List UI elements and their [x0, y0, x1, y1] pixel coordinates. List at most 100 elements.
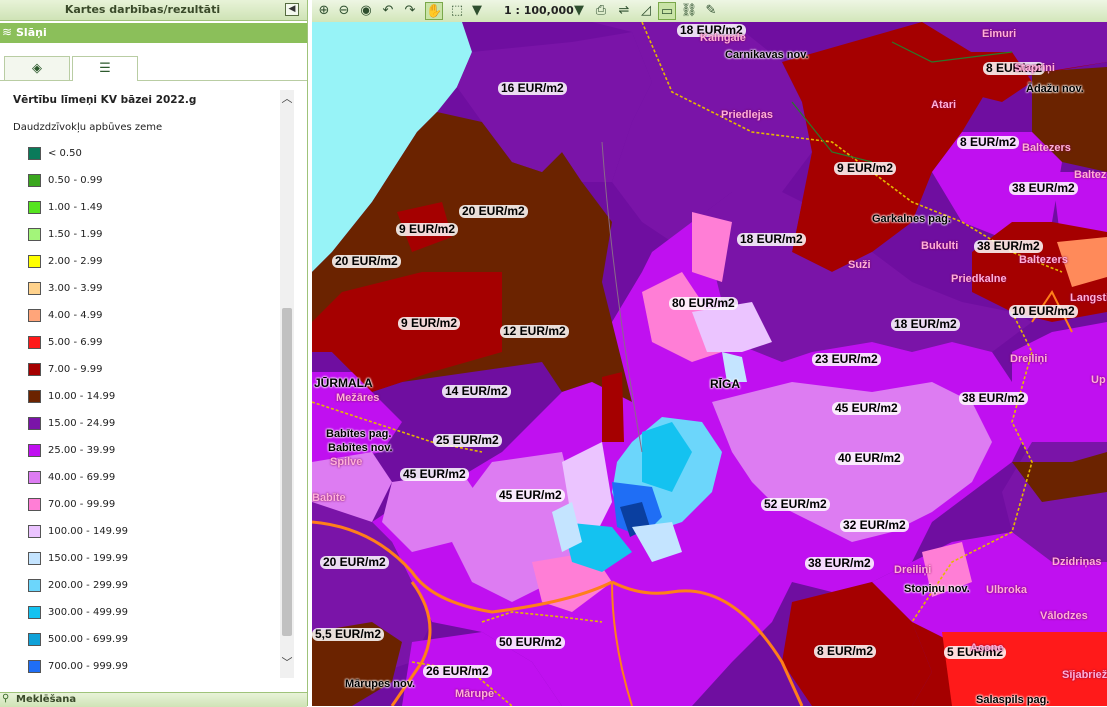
price-label[interactable]: 25 EUR/m2: [433, 434, 502, 447]
legend-swatch: [28, 471, 41, 484]
tab-legend[interactable]: ☰: [72, 56, 138, 81]
legend-swatch: [28, 255, 41, 268]
layers-icon: ◈: [32, 61, 42, 76]
price-label[interactable]: 20 EUR/m2: [459, 205, 528, 218]
legend-swatch: [28, 525, 41, 538]
price-label[interactable]: 45 EUR/m2: [496, 489, 565, 502]
price-label[interactable]: 9 EUR/m2: [834, 162, 897, 175]
place-name: Mārupes nov.: [345, 678, 416, 690]
legend-label: 0.50 - 0.99: [48, 175, 103, 186]
price-label[interactable]: 40 EUR/m2: [835, 452, 904, 465]
legend-label: 5.00 - 6.99: [48, 337, 103, 348]
price-label[interactable]: 18 EUR/m2: [891, 318, 960, 331]
layers-section-header[interactable]: ≋ Slāņi: [0, 23, 307, 43]
locality-name: Mežāres: [336, 392, 380, 404]
map-canvas[interactable]: 18 EUR/m2 16 EUR/m2 9 EUR/m2 8 EUR/m2 38…: [312, 22, 1107, 706]
locality-name: Dreiliņi: [894, 564, 932, 576]
legend-label: 3.00 - 3.99: [48, 283, 103, 294]
link-icon[interactable]: ⛓: [680, 2, 698, 20]
pan-hand-icon[interactable]: ✋: [425, 2, 443, 20]
export-icon[interactable]: ✎: [702, 2, 720, 20]
price-label[interactable]: 14 EUR/m2: [442, 385, 511, 398]
price-label[interactable]: 32 EUR/m2: [840, 519, 909, 532]
scroll-up-icon[interactable]: ︿: [280, 90, 294, 106]
legend-title: Vērtību līmeņi KV bāzei 2022.g: [13, 94, 197, 106]
price-label[interactable]: 45 EUR/m2: [832, 402, 901, 415]
legend-swatch: [28, 228, 41, 241]
locality-name: Atari: [931, 99, 957, 111]
tab-layers[interactable]: ◈: [4, 56, 70, 80]
price-label[interactable]: 45 EUR/m2: [400, 468, 469, 481]
layers-icon: ≋: [2, 25, 13, 39]
price-label[interactable]: 50 EUR/m2: [496, 636, 565, 649]
legend-scrollbar[interactable]: ︿ ﹀: [280, 90, 294, 678]
locality-name: Baltezers: [1074, 169, 1107, 181]
list-icon: ☰: [99, 61, 111, 76]
undo-icon[interactable]: ↶: [379, 2, 397, 20]
scrollbar-thumb[interactable]: [282, 308, 292, 636]
legend-swatch: [28, 336, 41, 349]
locality-name: Baltezers: [1022, 142, 1071, 154]
print-icon[interactable]: ⎙: [592, 2, 610, 20]
panel-title: Kartes darbības/rezultāti: [64, 3, 221, 16]
price-label[interactable]: 9 EUR/m2: [396, 223, 459, 236]
legend-label: 200.00 - 299.99: [48, 580, 128, 591]
price-label[interactable]: 52 EUR/m2: [761, 498, 830, 511]
locality-name: Spilve: [330, 456, 363, 468]
legend-swatch: [28, 498, 41, 511]
price-label[interactable]: 38 EUR/m2: [1009, 182, 1078, 195]
price-label[interactable]: 16 EUR/m2: [498, 82, 567, 95]
price-label[interactable]: 38 EUR/m2: [805, 557, 874, 570]
locality-name: Ulbroka: [986, 584, 1027, 596]
zoom-out-icon[interactable]: ⊖: [335, 2, 353, 20]
redo-icon[interactable]: ↷: [401, 2, 419, 20]
full-extent-icon[interactable]: ◉: [357, 2, 375, 20]
price-label[interactable]: 20 EUR/m2: [332, 255, 401, 268]
locality-name: Up: [1091, 374, 1106, 386]
price-label[interactable]: 26 EUR/m2: [423, 665, 492, 678]
price-label[interactable]: 9 EUR/m2: [398, 317, 461, 330]
search-section-header[interactable]: ⚲ Meklēšana: [0, 692, 307, 707]
scale-display: 1 : 100,000: [504, 4, 574, 17]
legend-label: 1.00 - 1.49: [48, 202, 103, 213]
dropdown-icon[interactable]: ▼: [468, 2, 486, 20]
price-label[interactable]: 80 EUR/m2: [669, 297, 738, 310]
zoom-in-icon[interactable]: ⊕: [315, 2, 333, 20]
select-icon[interactable]: ⬚: [448, 2, 466, 20]
legend-swatch: [28, 363, 41, 376]
legend-label: 40.00 - 69.99: [48, 472, 116, 483]
legend-label: 10.00 - 14.99: [48, 391, 116, 402]
locality-name: Priedlejas: [721, 109, 773, 121]
price-label[interactable]: 8 EUR/m2: [814, 645, 877, 658]
price-label[interactable]: 18 EUR/m2: [737, 233, 806, 246]
price-label[interactable]: 12 EUR/m2: [500, 325, 569, 338]
scroll-down-icon[interactable]: ﹀: [280, 654, 294, 670]
panel-header: Kartes darbības/rezultāti ◀: [0, 0, 307, 21]
collapse-left-icon[interactable]: ◀: [285, 3, 299, 16]
price-label[interactable]: 10 EUR/m2: [1009, 305, 1078, 318]
price-label[interactable]: 23 EUR/m2: [812, 353, 881, 366]
price-label[interactable]: 38 EUR/m2: [974, 240, 1043, 253]
legend-swatch: [28, 309, 41, 322]
price-label[interactable]: 5,5 EUR/m2: [312, 628, 385, 641]
scale-dropdown-icon[interactable]: ▼: [570, 2, 588, 20]
place-name: Babītes pag.: [326, 428, 392, 440]
locality-name: Vālodzes: [1040, 610, 1088, 622]
legend-swatch: [28, 201, 41, 214]
left-panel: Kartes darbības/rezultāti ◀ ≋ Slāņi ◈ ☰ …: [0, 0, 308, 707]
comment-icon[interactable]: ▭: [658, 2, 676, 20]
place-name: Salaspils pag.: [976, 694, 1050, 706]
legend-swatch: [28, 282, 41, 295]
legend-label: 7.00 - 9.99: [48, 364, 103, 375]
locality-name: Baltezers: [1019, 254, 1068, 266]
price-label[interactable]: 38 EUR/m2: [959, 392, 1028, 405]
price-label[interactable]: 20 EUR/m2: [320, 556, 389, 569]
legend-label: 2.00 - 2.99: [48, 256, 103, 267]
measure-icon[interactable]: ⇌: [615, 2, 633, 20]
locality-name: Priedkalne: [951, 273, 1007, 285]
price-label[interactable]: 8 EUR/m2: [957, 136, 1020, 149]
locality-name: Langstiņi: [1070, 292, 1107, 304]
legend-swatch: [28, 147, 41, 160]
area-icon[interactable]: ◿: [637, 2, 655, 20]
legend-swatch: [28, 174, 41, 187]
